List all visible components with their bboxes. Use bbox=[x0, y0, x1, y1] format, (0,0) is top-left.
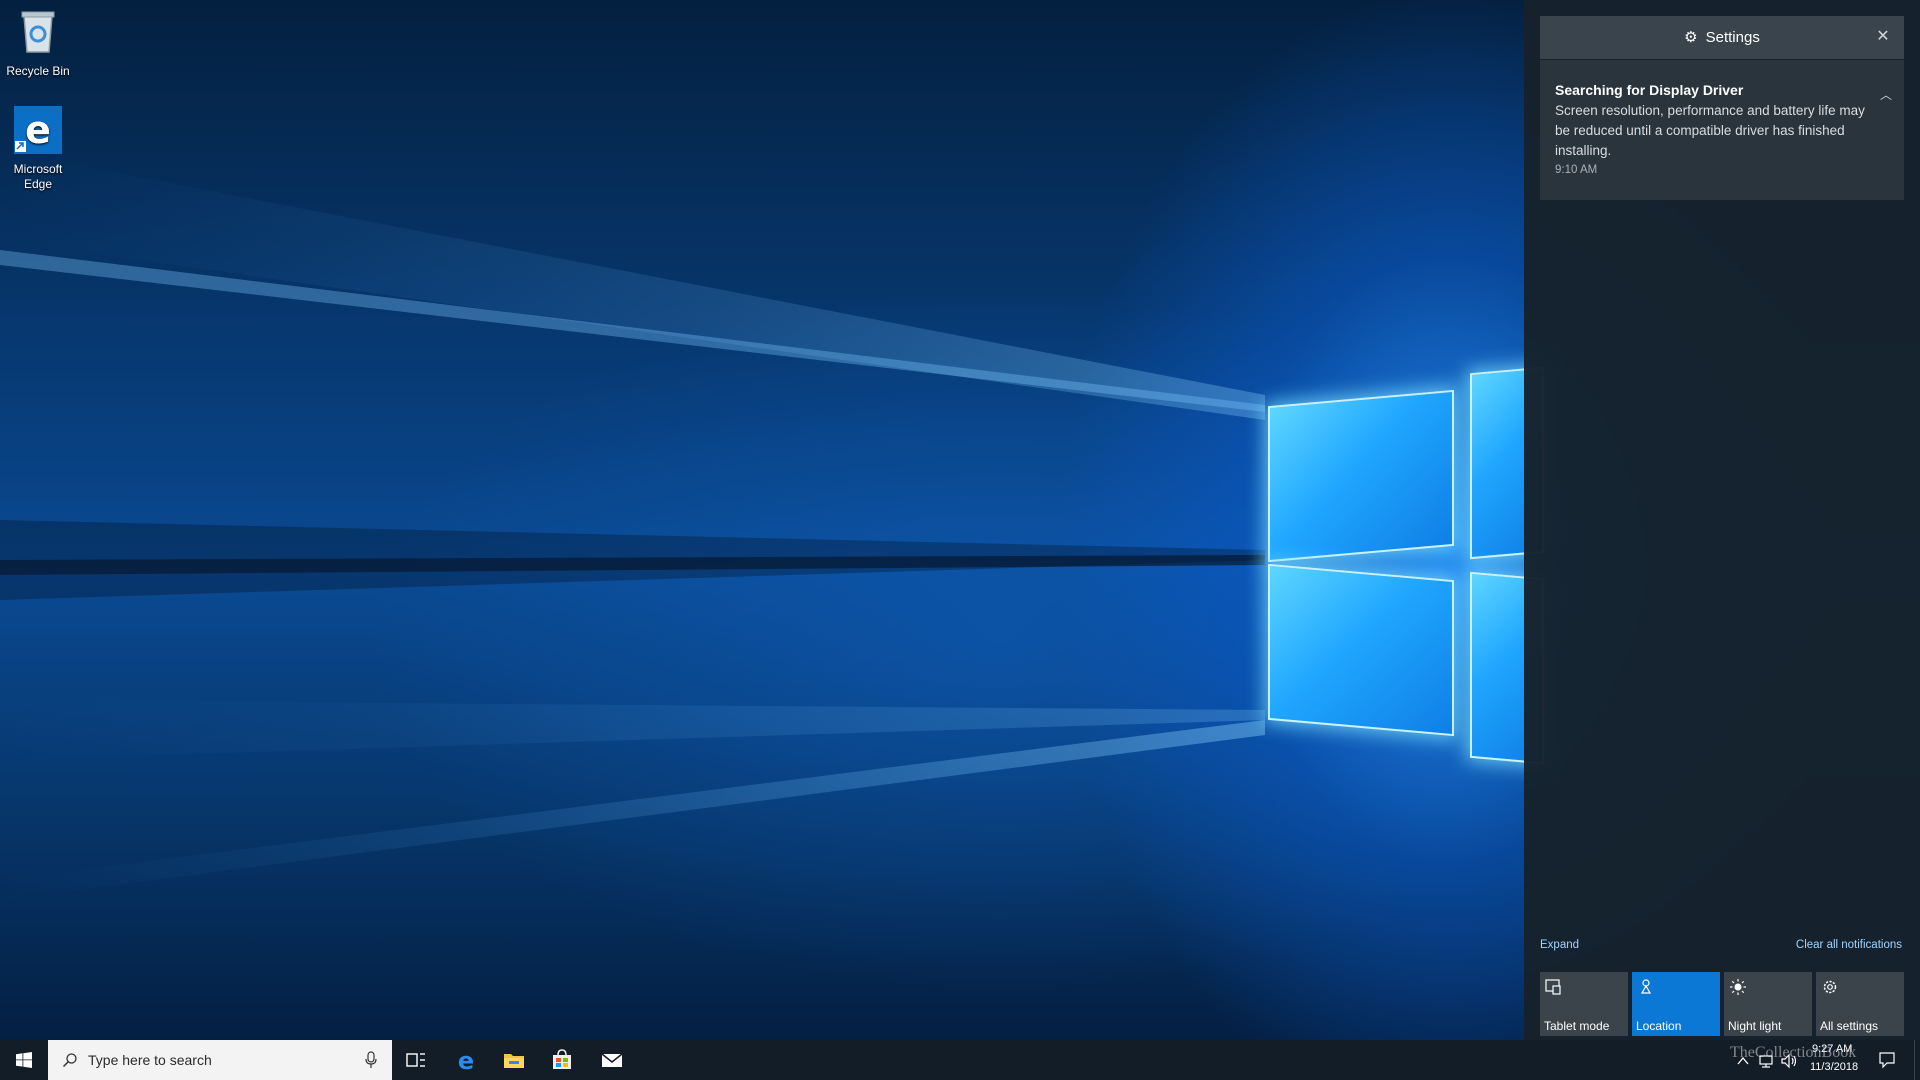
night-light-icon bbox=[1730, 979, 1746, 995]
taskbar-mail-button[interactable] bbox=[588, 1040, 636, 1080]
notification-group-title-wrap: ⚙ Settings bbox=[1540, 28, 1904, 46]
start-button[interactable] bbox=[0, 1040, 48, 1080]
file-explorer-icon bbox=[504, 1054, 524, 1068]
watermark: TheCollectionBook bbox=[1730, 1044, 1857, 1061]
chevron-up-icon[interactable]: ︿ bbox=[1880, 86, 1892, 103]
microphone-icon[interactable] bbox=[364, 1051, 378, 1069]
search-placeholder: Type here to search bbox=[88, 1052, 212, 1068]
taskbar-edge-button[interactable]: e bbox=[442, 1040, 490, 1080]
gear-icon: ⚙ bbox=[1684, 29, 1698, 46]
edge-icon: e bbox=[458, 1048, 474, 1072]
gear-icon bbox=[1823, 980, 1837, 994]
show-desktop-button[interactable] bbox=[1914, 1040, 1920, 1080]
notification-group-header[interactable]: ⚙ Settings ✕ bbox=[1540, 16, 1904, 59]
search-icon bbox=[62, 1053, 77, 1068]
location-icon bbox=[1640, 979, 1652, 994]
taskbar-store-button[interactable] bbox=[538, 1040, 586, 1080]
mail-icon bbox=[601, 1053, 623, 1067]
notification-time: 9:10 AM bbox=[1555, 164, 1598, 176]
notification-card[interactable]: Searching for Display Driver Screen reso… bbox=[1540, 60, 1904, 200]
close-icon[interactable]: ✕ bbox=[1872, 26, 1894, 48]
desktop-icon-label: Microsoft Edge bbox=[13, 162, 63, 191]
desktop-icon-label: Recycle Bin bbox=[6, 64, 70, 78]
desktop-icon-microsoft-edge[interactable]: e Microsoft Edge bbox=[0, 106, 76, 192]
notification-title: Searching for Display Driver bbox=[1555, 82, 1744, 98]
quick-action-all-settings[interactable]: All settings bbox=[1816, 972, 1904, 1036]
store-icon bbox=[553, 1049, 571, 1069]
edge-icon: e bbox=[0, 106, 76, 158]
quick-action-label: Night light bbox=[1728, 1019, 1782, 1033]
clock-date[interactable]: 11/3/2018 bbox=[1810, 1061, 1858, 1073]
wallpaper-logo-pane bbox=[1268, 389, 1454, 563]
svg-text:e: e bbox=[25, 108, 51, 152]
task-view-icon bbox=[406, 1053, 425, 1067]
action-center-icon[interactable] bbox=[1878, 1051, 1896, 1069]
taskbar: Type here to search e 9:27 AM 11/3/2018 bbox=[0, 1040, 1920, 1080]
quick-action-label: All settings bbox=[1820, 1019, 1879, 1033]
quick-action-location[interactable]: Location bbox=[1632, 972, 1720, 1036]
notification-body: Screen resolution, performance and batte… bbox=[1555, 103, 1865, 158]
action-center-panel: ⚙ Settings ✕ Searching for Display Driver… bbox=[1524, 0, 1920, 1040]
notification-group-title: Settings bbox=[1705, 29, 1760, 46]
wallpaper-logo-pane bbox=[1268, 563, 1454, 737]
recycle-bin-icon bbox=[0, 6, 76, 60]
expand-link[interactable]: Expand bbox=[1540, 939, 1579, 951]
quick-action-label: Tablet mode bbox=[1544, 1019, 1610, 1033]
task-view-button[interactable] bbox=[392, 1040, 440, 1080]
desktop-icon-recycle-bin[interactable]: Recycle Bin bbox=[0, 6, 76, 79]
search-box[interactable]: Type here to search bbox=[48, 1040, 392, 1080]
clear-all-notifications-link[interactable]: Clear all notifications bbox=[1796, 939, 1902, 951]
tablet-icon bbox=[1545, 979, 1561, 995]
svg-text:e: e bbox=[458, 1048, 474, 1072]
quick-action-tablet-mode[interactable]: Tablet mode bbox=[1540, 972, 1628, 1036]
quick-action-night-light[interactable]: Night light bbox=[1724, 972, 1812, 1036]
windows-logo-icon bbox=[16, 1052, 32, 1068]
taskbar-file-explorer-button[interactable] bbox=[490, 1040, 538, 1080]
quick-action-label: Location bbox=[1636, 1019, 1682, 1033]
